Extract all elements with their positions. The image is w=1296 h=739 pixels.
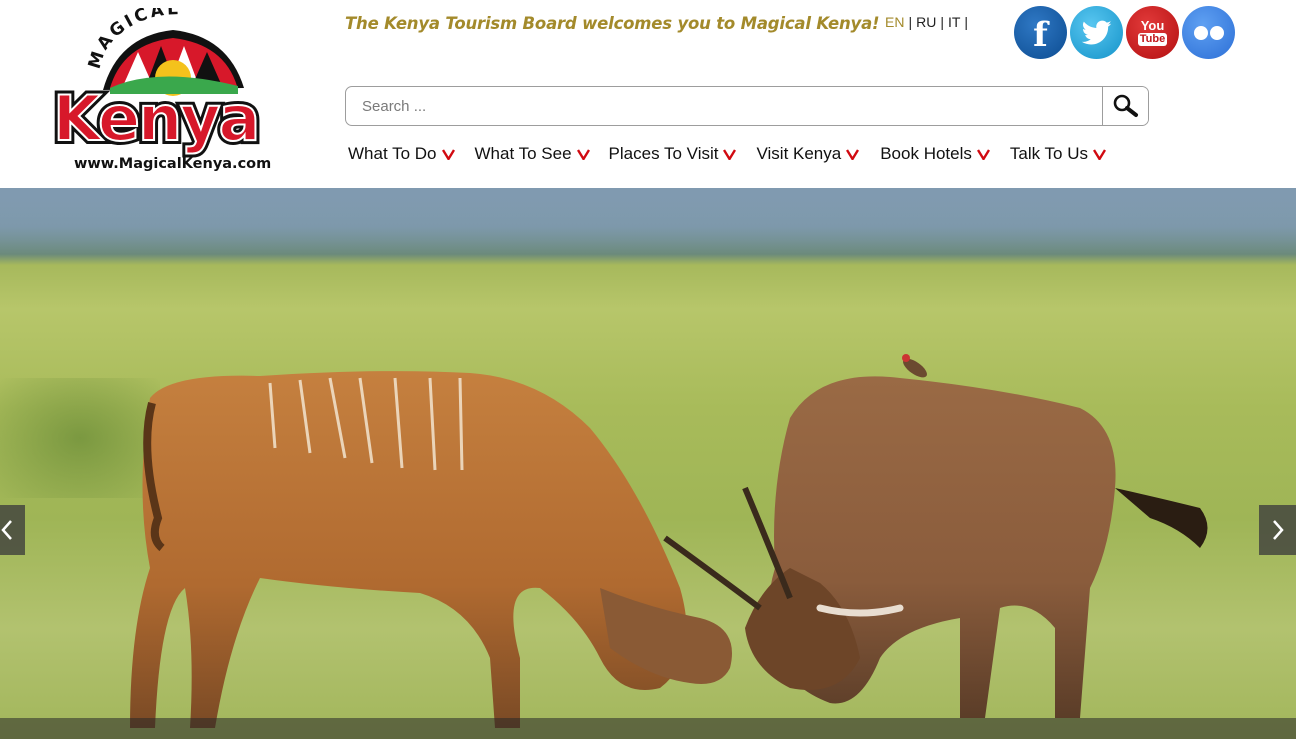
lang-it[interactable]: IT xyxy=(948,14,960,30)
chevron-down-icon xyxy=(576,148,590,160)
nav-label: Visit Kenya xyxy=(756,144,842,163)
slider-next-button[interactable] xyxy=(1259,505,1296,555)
search-icon xyxy=(1113,94,1138,117)
logo-main-text: Kenya xyxy=(53,82,258,155)
main-nav: What To Do What To See Places To Visit V… xyxy=(348,144,1126,164)
nav-label: Talk To Us xyxy=(1009,144,1088,163)
logo-url-text: www.MagicalKenya.com xyxy=(74,156,272,172)
lang-separator: | xyxy=(908,14,913,30)
nav-visit-kenya[interactable]: Visit Kenya xyxy=(756,144,860,164)
chevron-left-icon xyxy=(0,520,12,540)
logo-graphic: MAGICAL Kenya Kenya xyxy=(49,8,264,158)
lang-separator: | xyxy=(940,14,944,30)
search-box xyxy=(345,86,1149,126)
nav-label: Places To Visit xyxy=(608,144,719,163)
search-button[interactable] xyxy=(1102,87,1148,125)
nav-what-to-see[interactable]: What To See xyxy=(475,144,590,164)
chevron-right-icon xyxy=(1272,520,1284,540)
facebook-button[interactable]: f xyxy=(1014,6,1067,59)
slider-prev-button[interactable] xyxy=(0,505,25,555)
welcome-tagline: The Kenya Tourism Board welcomes you to … xyxy=(345,14,880,33)
youtube-icon-bottom: Tube xyxy=(1137,33,1168,46)
chevron-down-icon xyxy=(976,148,990,160)
hero-slider xyxy=(0,188,1296,739)
youtube-button[interactable]: You Tube xyxy=(1126,6,1179,59)
youtube-icon-top: You xyxy=(1140,18,1165,33)
youtube-icon: You Tube xyxy=(1137,18,1168,46)
facebook-icon: f xyxy=(1033,14,1048,55)
language-switcher: EN | RU | IT | xyxy=(885,14,972,30)
nav-label: Book Hotels xyxy=(880,144,972,163)
search-input[interactable] xyxy=(346,87,1103,125)
nav-places-to-visit[interactable]: Places To Visit xyxy=(609,144,737,164)
flickr-icon xyxy=(1193,25,1224,40)
twitter-button[interactable] xyxy=(1070,6,1123,59)
chevron-down-icon xyxy=(1093,148,1106,160)
magical-kenya-logo[interactable]: MAGICAL Kenya Kenya www.MagicalKenya.com xyxy=(48,8,300,180)
lang-en[interactable]: EN xyxy=(885,14,904,30)
chevron-down-icon xyxy=(441,148,455,160)
nav-what-to-do[interactable]: What To Do xyxy=(348,144,455,164)
chevron-down-icon xyxy=(846,148,860,160)
nav-label: What To See xyxy=(474,144,572,163)
lang-ru[interactable]: RU xyxy=(916,14,936,30)
nav-label: What To Do xyxy=(348,144,437,163)
twitter-icon xyxy=(1081,20,1111,44)
nav-talk-to-us[interactable]: Talk To Us xyxy=(1010,144,1106,164)
lang-separator: | xyxy=(964,14,969,30)
nav-book-hotels[interactable]: Book Hotels xyxy=(880,144,990,164)
site-header: MAGICAL Kenya Kenya www.MagicalKenya.com… xyxy=(0,0,1296,188)
slide-caption-bar xyxy=(0,718,1296,739)
chevron-down-icon xyxy=(723,148,737,160)
hero-image-elands xyxy=(130,354,1208,728)
flickr-button[interactable] xyxy=(1182,6,1235,59)
